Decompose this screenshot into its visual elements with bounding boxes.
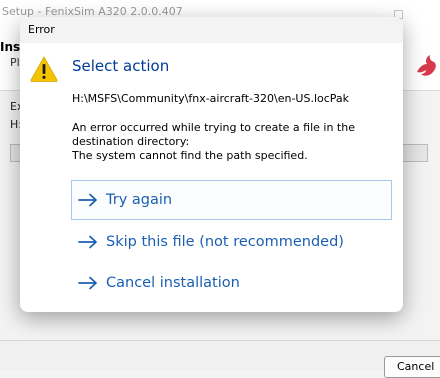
installer-footer [0, 341, 440, 370]
try-again-label: Try again [106, 192, 173, 208]
dialog-heading: Select action [72, 57, 170, 75]
skip-file-button[interactable]: Skip this file (not recommended) [71, 222, 392, 262]
dialog-title: Error [28, 23, 55, 36]
skip-file-label: Skip this file (not recommended) [106, 234, 344, 250]
cancel-installation-label: Cancel installation [106, 275, 240, 291]
try-again-button[interactable]: Try again [71, 180, 392, 220]
file-path-text: H:\MSFS\Community\fnx-aircraft-320\en-US… [72, 92, 350, 105]
error-message-line: destination directory: [72, 135, 190, 148]
error-message: An error occurred while trying to create… [72, 121, 392, 163]
error-message-line: The system cannot find the path specifie… [72, 149, 308, 162]
arrow-right-icon [78, 276, 97, 290]
cancel-installation-button[interactable]: Cancel installation [71, 263, 392, 303]
error-message-line: An error occurred while trying to create… [72, 121, 355, 134]
arrow-right-icon [78, 193, 97, 207]
fenix-logo-icon [417, 55, 436, 76]
installer-header-subtitle: Pl [10, 56, 20, 69]
arrow-right-icon [78, 235, 97, 249]
dialog-titlebar: Error [20, 17, 403, 43]
installer-cancel-button[interactable]: Cancel [384, 356, 440, 378]
error-dialog: Error Select action H:\MSFS\Community\fn… [20, 17, 403, 312]
warning-icon [30, 56, 58, 82]
